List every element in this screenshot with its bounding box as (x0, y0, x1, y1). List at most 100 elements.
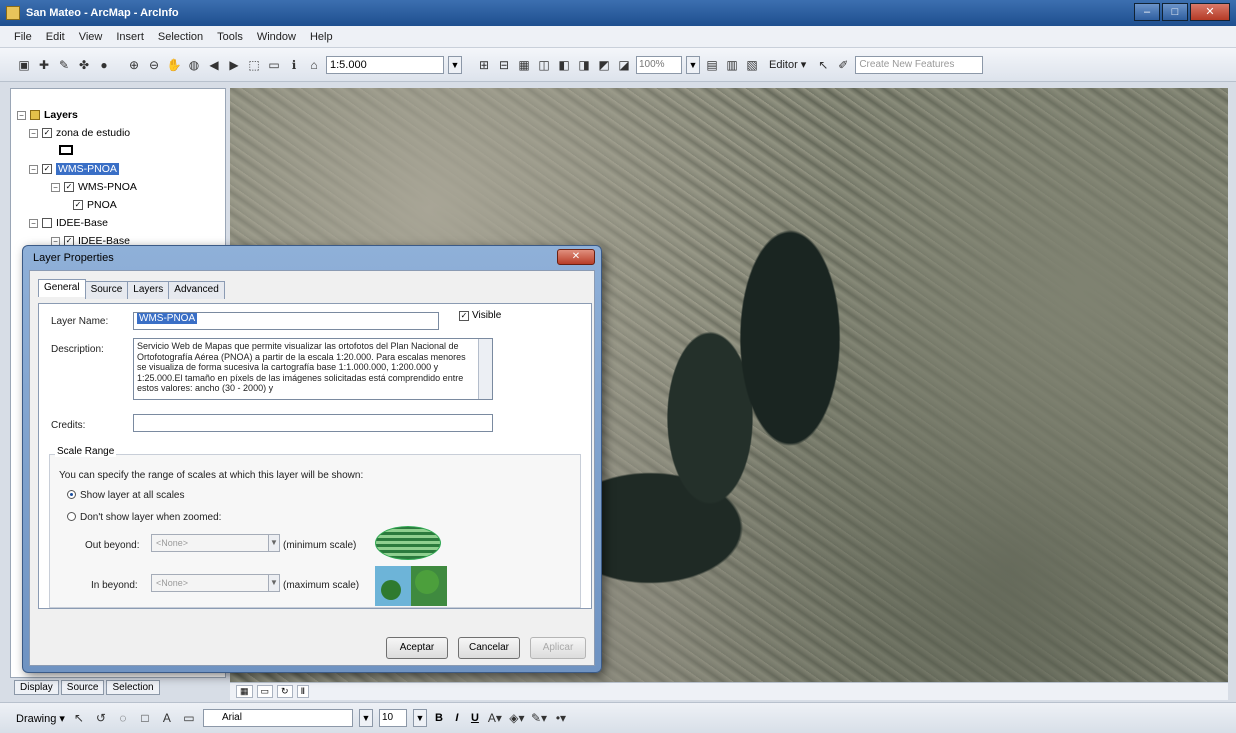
layout-zoom-out-icon[interactable]: ⊟ (496, 57, 512, 73)
menu-edit[interactable]: Edit (46, 31, 65, 43)
map-scale-input[interactable]: 1:5.000 (326, 55, 444, 74)
refresh-icon[interactable]: ↻ (277, 685, 293, 698)
collapse-icon[interactable]: − (29, 218, 38, 228)
sketch-tool-icon[interactable]: ✐ (835, 57, 851, 73)
out-beyond-select[interactable]: <None> (151, 534, 269, 552)
add-data-icon[interactable]: ✚ (36, 57, 52, 73)
clear-selection-icon[interactable]: ▭ (266, 57, 282, 73)
tab-source[interactable]: Source (60, 680, 105, 695)
zoom-in-icon[interactable]: ⊕ (126, 57, 142, 73)
tab-display[interactable]: Display (14, 680, 59, 695)
radio-selected-icon[interactable] (67, 490, 76, 499)
callout-icon[interactable]: ▭ (181, 710, 197, 726)
italic-button[interactable]: I (451, 712, 463, 724)
menu-insert[interactable]: Insert (116, 31, 144, 43)
minimize-button[interactable]: – (1134, 3, 1160, 21)
cancel-button[interactable]: Cancelar (458, 637, 520, 659)
tab-advanced[interactable]: Advanced (168, 281, 225, 299)
radio-unselected-icon[interactable] (67, 512, 76, 521)
ok-button[interactable]: Aceptar (386, 637, 448, 659)
font-select[interactable]: Arial (202, 709, 353, 727)
credits-input[interactable] (133, 414, 493, 432)
layout-zoom-in-icon[interactable]: ⊞ (476, 57, 492, 73)
in-beyond-select[interactable]: <None> (151, 574, 269, 592)
identify-icon[interactable]: ℹ (286, 57, 302, 73)
save-icon[interactable]: ▣ (16, 57, 32, 73)
menu-help[interactable]: Help (310, 31, 333, 43)
line-color-icon[interactable]: ✎▾ (531, 710, 547, 726)
bold-button[interactable]: B (433, 712, 445, 724)
toc-item-wms-pnoa[interactable]: − ✓ WMS-PNOA (29, 163, 119, 175)
layer-name-input[interactable]: WMS-PNOA (133, 312, 439, 330)
dialog-close-button[interactable]: ✕ (557, 249, 595, 265)
layout-prev-icon[interactable]: ◩ (596, 57, 612, 73)
layout-fixed-out-icon[interactable]: ◧ (556, 57, 572, 73)
drawing-menu-button[interactable]: Drawing ▾ (16, 712, 65, 725)
python-icon[interactable]: ● (96, 57, 112, 73)
chevron-down-icon[interactable]: ▼ (268, 534, 280, 552)
menu-selection[interactable]: Selection (158, 31, 203, 43)
zoom-whole-page-icon[interactable]: ◌ (115, 710, 131, 726)
tab-source[interactable]: Source (84, 281, 129, 299)
rotate-icon[interactable]: ↺ (93, 710, 109, 726)
layout-fixed-in-icon[interactable]: ◫ (536, 57, 552, 73)
select-elements-icon[interactable]: ↖ (71, 710, 87, 726)
toc-item-zona-de-estudio[interactable]: − ✓ zona de estudio (29, 127, 130, 139)
radio-show-all-scales[interactable]: Show layer at all scales (67, 490, 185, 501)
collapse-icon[interactable]: − (29, 164, 38, 174)
pan-icon[interactable]: ✋ (166, 57, 182, 73)
toc-item-pnoa[interactable]: ✓ PNOA (73, 199, 117, 211)
chevron-down-icon[interactable]: ▼ (686, 55, 700, 74)
focus-frame-icon[interactable]: ▥ (724, 57, 740, 73)
text-icon[interactable]: A (159, 710, 175, 726)
back-extent-icon[interactable]: ◀ (206, 57, 222, 73)
layer-visibility-checkbox[interactable] (42, 218, 52, 228)
fill-color-icon[interactable]: ◈▾ (509, 710, 525, 726)
editor-menu-button[interactable]: Editor ▾ (764, 56, 811, 74)
collapse-icon[interactable]: − (29, 128, 38, 138)
chevron-down-icon[interactable]: ▼ (412, 709, 427, 727)
tab-general[interactable]: General (38, 279, 86, 297)
chevron-down-icon[interactable]: ▼ (268, 574, 280, 592)
description-textarea[interactable]: Servicio Web de Mapas que permite visual… (133, 338, 493, 400)
layout-zoom-input[interactable]: 100% (636, 55, 682, 74)
visible-checkbox[interactable]: ✓ Visible (459, 310, 501, 321)
close-button[interactable]: ✕ (1190, 3, 1230, 21)
radio-dont-show-zoomed[interactable]: Don't show layer when zoomed: (67, 512, 221, 523)
menu-window[interactable]: Window (257, 31, 296, 43)
change-layout-icon[interactable]: ▧ (744, 57, 760, 73)
collapse-icon[interactable]: − (51, 182, 60, 192)
polygon-symbol-icon[interactable] (59, 145, 73, 155)
underline-button[interactable]: U (469, 712, 481, 724)
select-features-icon[interactable]: ⬚ (246, 57, 262, 73)
checkbox-icon[interactable]: ✓ (459, 310, 469, 321)
full-extent-icon[interactable]: ◍ (186, 57, 202, 73)
apply-button[interactable]: Aplicar (530, 637, 586, 659)
layer-visibility-checkbox[interactable]: ✓ (42, 164, 52, 174)
toc-layers-root[interactable]: − Layers (17, 109, 78, 121)
layer-visibility-checkbox[interactable]: ✓ (64, 182, 74, 192)
data-view-icon[interactable]: ▦ (236, 685, 253, 698)
font-color-icon[interactable]: A▾ (487, 710, 503, 726)
layer-visibility-checkbox[interactable]: ✓ (42, 128, 52, 138)
maximize-button[interactable]: □ (1162, 3, 1188, 21)
layout-view-icon[interactable]: ▭ (256, 685, 274, 698)
toc-item-idee-base[interactable]: − IDEE-Base (29, 217, 108, 229)
create-features-input[interactable]: Create New Features (855, 55, 984, 74)
toggle-draft-icon[interactable]: ▤ (704, 57, 720, 73)
editor-toolbar-icon[interactable]: ✎ (56, 57, 72, 73)
toc-item-wms-pnoa-sub[interactable]: − ✓ WMS-PNOA (51, 181, 137, 193)
tab-selection[interactable]: Selection (106, 680, 160, 695)
collapse-icon[interactable]: − (17, 110, 26, 120)
marker-color-icon[interactable]: •▾ (553, 710, 569, 726)
zoom-out-icon[interactable]: ⊖ (146, 57, 162, 73)
font-size-select[interactable]: 10 (378, 709, 407, 727)
layer-visibility-checkbox[interactable]: ✓ (73, 200, 83, 210)
menu-view[interactable]: View (79, 31, 103, 43)
rectangle-icon[interactable]: □ (137, 710, 153, 726)
chevron-down-icon[interactable]: ▼ (448, 55, 462, 74)
find-icon[interactable]: ⌂ (306, 57, 322, 73)
layout-full-icon[interactable]: ◨ (576, 57, 592, 73)
edit-tool-icon[interactable]: ↖ (815, 57, 831, 73)
tab-layers[interactable]: Layers (127, 281, 170, 299)
